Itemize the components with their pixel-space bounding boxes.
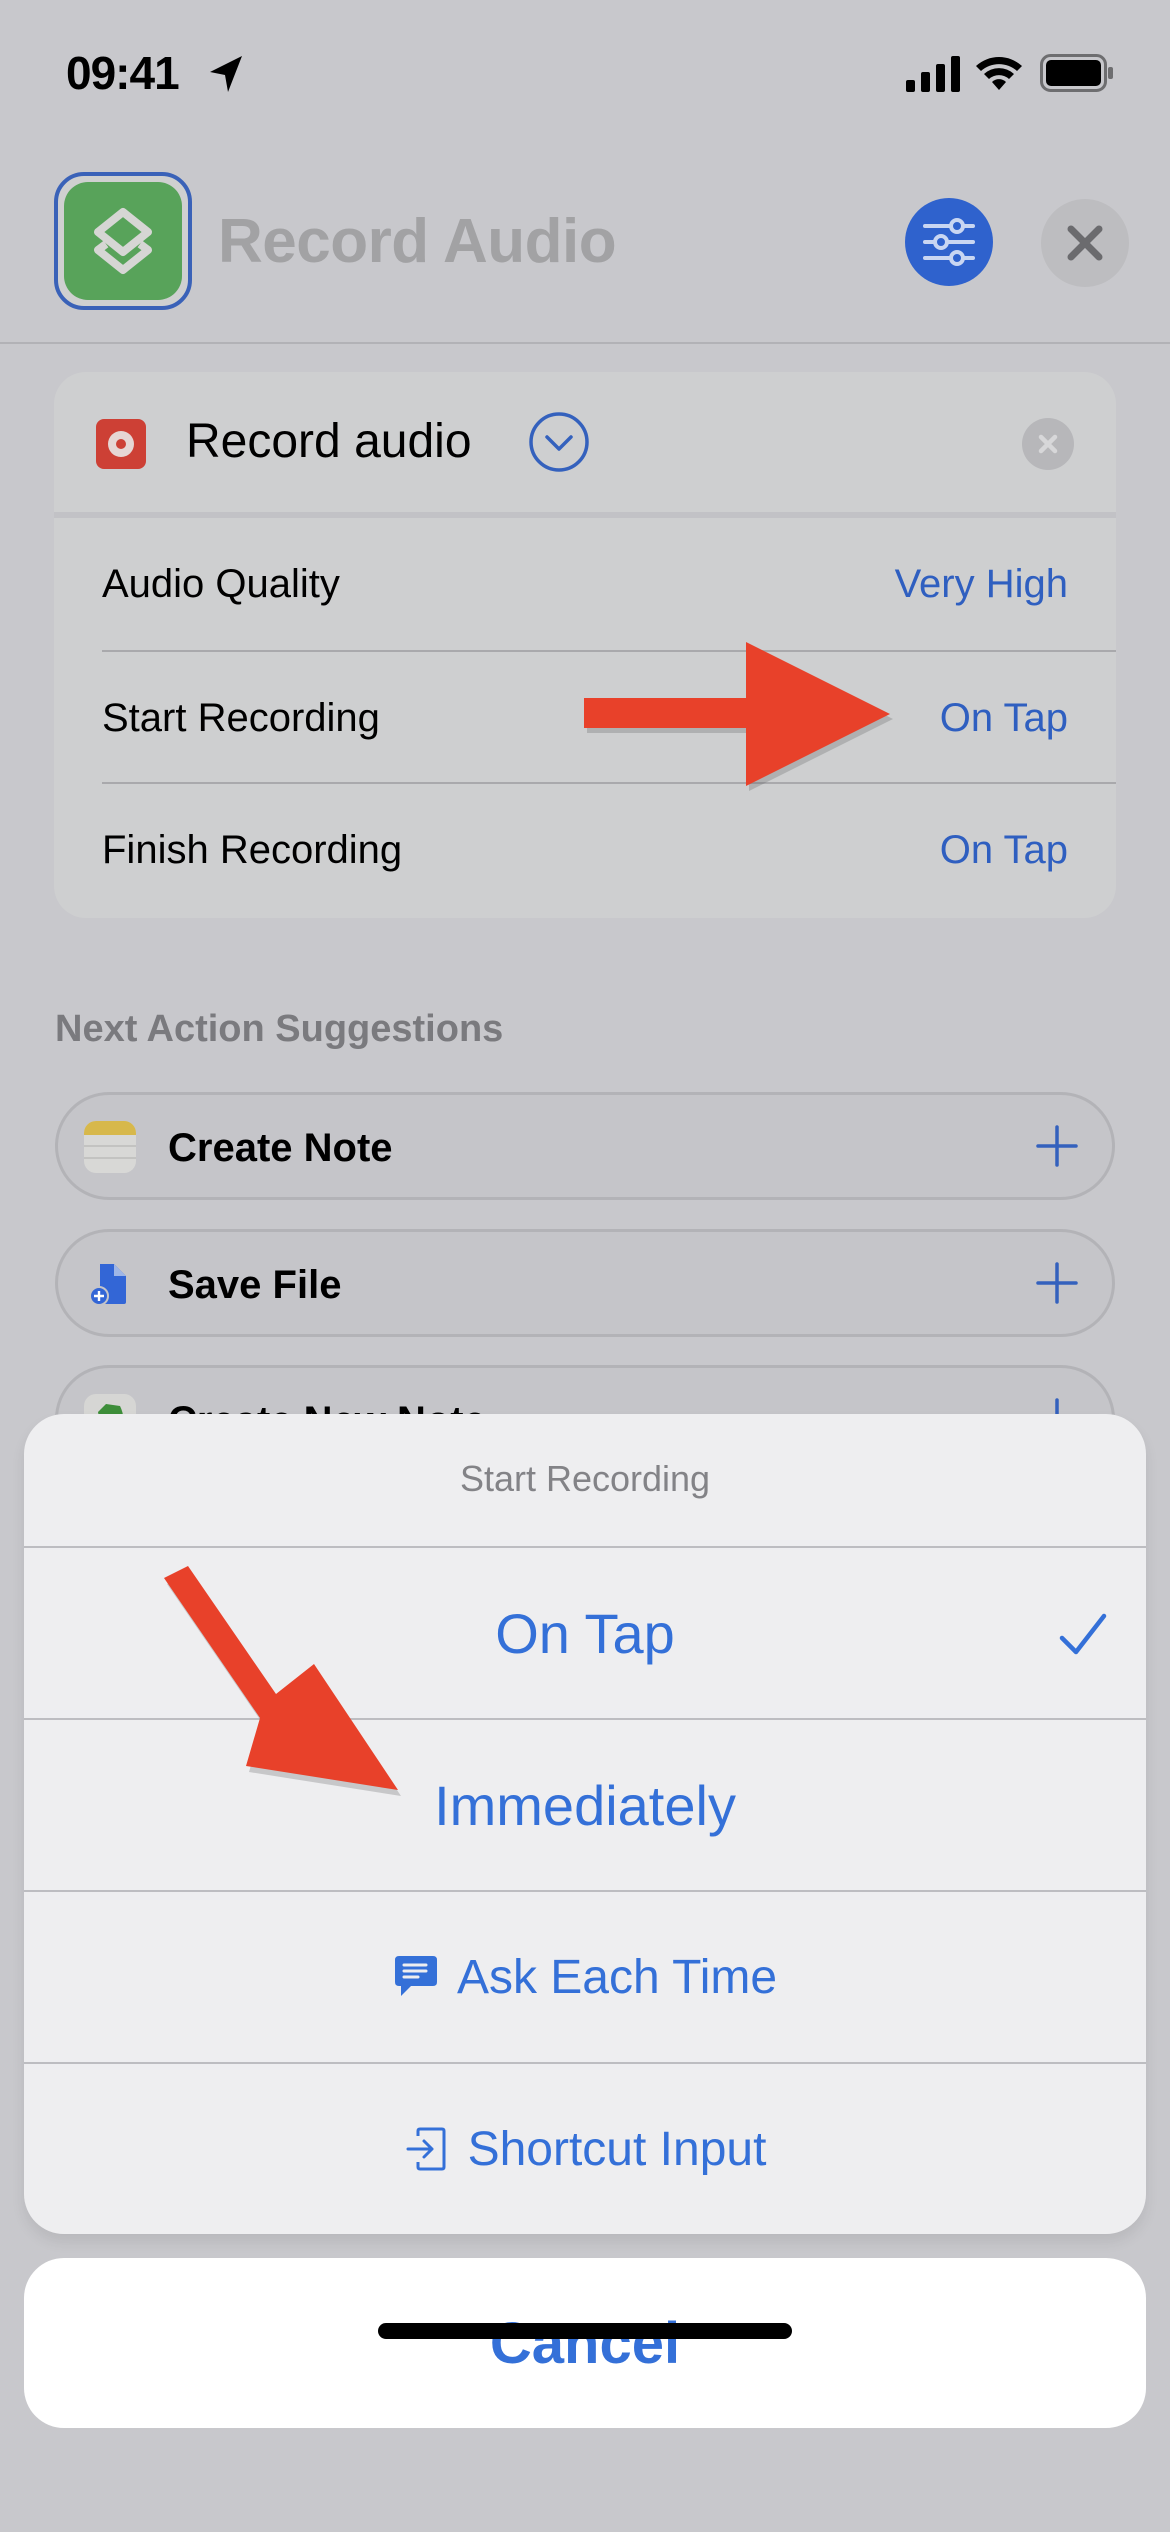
wifi-icon [976,57,1022,90]
start-recording-action-sheet: Start Recording On Tap Immediately Ask E… [24,1414,1146,2234]
option-label: Immediately [434,1773,736,1837]
notes-icon [84,1121,136,1173]
cellular-signal-icon [906,56,960,92]
record-icon [96,419,146,469]
param-value[interactable]: On Tap [940,696,1068,741]
battery-icon [1040,54,1113,92]
cancel-button[interactable]: Cancel [24,2258,1146,2428]
param-value[interactable]: On Tap [940,828,1068,873]
status-time: 09:41 [66,47,180,99]
option-label: Ask Each Time [456,1950,778,2004]
plus-icon[interactable] [1030,1256,1084,1310]
suggestion-create-note[interactable]: Create Note [55,1092,1115,1200]
chevron-down-circle-icon[interactable] [528,411,590,473]
cancel-label: Cancel [489,2310,681,2376]
option-ask-each-time[interactable]: Ask Each Time [24,1892,1146,2062]
input-icon [406,2127,446,2171]
param-label: Start Recording [102,696,380,740]
param-label: Finish Recording [102,828,403,872]
action-title: Record audio [186,415,472,468]
close-button[interactable] [1041,199,1129,287]
shortcut-settings-button[interactable] [905,198,993,286]
remove-action-button[interactable] [1022,418,1074,470]
param-label: Audio Quality [102,562,340,606]
shortcut-title[interactable]: Record Audio [218,206,617,277]
header-divider [0,342,1170,344]
suggestions-heading: Next Action Suggestions [55,1008,504,1050]
param-audio-quality[interactable]: Audio Quality Very High [54,518,1116,650]
annotation-arrow-right-icon [584,642,893,791]
sheet-title: Start Recording [459,1458,711,1499]
chat-bubble-icon [394,1956,437,1996]
suggestion-save-file[interactable]: Save File [55,1229,1115,1337]
shortcut-icon-button[interactable] [54,172,192,310]
suggestion-label: Create Note [168,1126,393,1170]
suggestion-label: Save File [168,1263,342,1307]
layers-icon [94,208,152,274]
close-icon [1038,434,1058,454]
home-indicator[interactable] [378,2323,792,2339]
shortcuts-app-icon [64,182,182,300]
plus-icon[interactable] [1030,1119,1084,1173]
checkmark-icon [1059,1613,1107,1655]
param-finish-recording[interactable]: Finish Recording On Tap [54,784,1116,916]
param-value[interactable]: Very High [895,562,1068,607]
file-add-icon [89,1264,126,1306]
close-icon [1067,225,1103,261]
location-arrow-icon [210,56,242,92]
option-shortcut-input[interactable]: Shortcut Input [24,2064,1146,2234]
sliders-icon [923,218,975,266]
option-label: Shortcut Input [467,2122,767,2176]
annotation-arrow-diagonal-icon [164,1566,401,1796]
action-card-header: Record audio [54,372,1116,512]
option-label: On Tap [495,1601,675,1665]
